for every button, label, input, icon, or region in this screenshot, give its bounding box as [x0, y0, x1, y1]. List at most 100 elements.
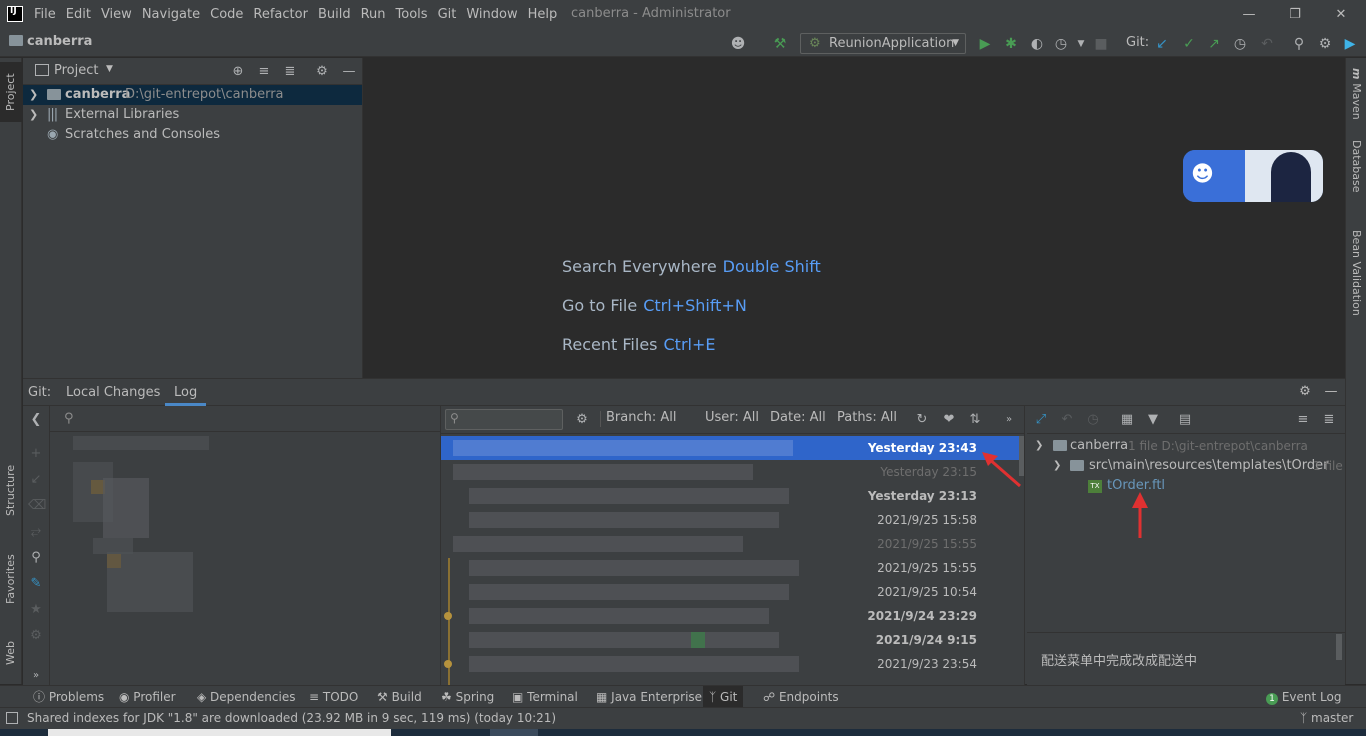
log-row[interactable]: Yesterday 23:13	[441, 484, 1024, 508]
filter-icon[interactable]: ▼	[1145, 412, 1161, 428]
coverage-icon[interactable]: ◐	[1029, 36, 1045, 52]
tree-item-canberra[interactable]: ❯ canberra D:\git-entrepot\canberra	[23, 85, 362, 105]
plugin-icon[interactable]: ▶	[1342, 36, 1358, 52]
locate-icon[interactable]: ⊕	[230, 64, 246, 80]
settings-gear-icon[interactable]: ⚙	[1317, 36, 1333, 52]
gear-icon[interactable]: ⚙	[314, 64, 330, 80]
update-project-icon[interactable]: ↙	[1154, 36, 1170, 52]
tool-build[interactable]: ⚒ Build	[377, 686, 422, 708]
gear-icon[interactable]: ⚙	[1297, 384, 1313, 400]
search-icon[interactable]: ⚲	[28, 550, 44, 566]
gear-icon[interactable]: ⚙	[574, 412, 590, 428]
collapse-all-icon[interactable]: ≣	[1321, 412, 1337, 428]
hammer-build-icon[interactable]: ⚒	[772, 36, 788, 52]
tool-todo[interactable]: ≡ TODO	[309, 686, 358, 708]
log-row[interactable]: Yesterday 23:15	[441, 460, 1024, 484]
changes-tree-root[interactable]: ❯ canberra 1 file D:\git-entrepot\canber…	[1027, 436, 1345, 456]
group-by-icon[interactable]: ▦	[1119, 412, 1135, 428]
tab-log[interactable]: Log	[165, 379, 207, 406]
refresh-icon[interactable]: ↻	[914, 412, 930, 428]
more-icon[interactable]: »	[1001, 412, 1017, 428]
tab-web[interactable]: Web	[0, 628, 22, 678]
menu-tools[interactable]: Tools	[396, 0, 428, 30]
layout-icon[interactable]: ▤	[1177, 412, 1193, 428]
tool-problems[interactable]: ⓘ Problems	[33, 686, 104, 708]
menu-refactor[interactable]: Refactor	[253, 0, 308, 30]
breadcrumb[interactable]: canberra	[9, 34, 92, 49]
filter-paths[interactable]: Paths: All	[837, 410, 897, 425]
menu-help[interactable]: Help	[528, 0, 558, 30]
menu-git[interactable]: Git	[438, 0, 457, 30]
hide-icon[interactable]: —	[341, 64, 357, 80]
tree-item-external-libraries[interactable]: ❯ ||| External Libraries	[23, 105, 362, 125]
log-row[interactable]: 2021/9/24 9:15	[441, 628, 1024, 652]
menu-file[interactable]: File	[34, 0, 56, 30]
project-panel-title[interactable]: Project	[54, 63, 98, 78]
menu-edit[interactable]: Edit	[66, 0, 91, 30]
chevron-right-icon[interactable]: ❯	[29, 105, 38, 125]
log-row[interactable]: 2021/9/25 15:55	[441, 556, 1024, 580]
tool-dependencies[interactable]: ◈ Dependencies	[197, 686, 295, 708]
expand-all-icon[interactable]: ≡	[256, 64, 272, 80]
tab-bean-validation[interactable]: Bean Validation	[1346, 230, 1366, 330]
checkout-icon[interactable]: ✎	[28, 576, 44, 592]
tool-spring[interactable]: ☘ Spring	[441, 686, 494, 708]
menu-run[interactable]: Run	[361, 0, 386, 30]
tool-git[interactable]: ᛉ Git	[703, 686, 744, 708]
taskbar-app[interactable]	[490, 729, 538, 736]
tab-local-changes[interactable]: Local Changes	[66, 379, 160, 406]
tab-maven[interactable]: m Maven	[1346, 68, 1366, 130]
filter-user[interactable]: User: All	[705, 410, 759, 425]
chevron-right-icon[interactable]: ❯	[29, 85, 38, 105]
sort-icon[interactable]: ⇅	[967, 412, 983, 428]
log-search-input[interactable]: ⚲	[445, 409, 563, 430]
tool-terminal[interactable]: ▣ Terminal	[512, 686, 578, 708]
menu-build[interactable]: Build	[318, 0, 351, 30]
tab-project[interactable]: Project	[0, 62, 22, 122]
menu-code[interactable]: Code	[210, 0, 243, 30]
more-icon[interactable]: »	[28, 668, 44, 684]
push-icon[interactable]: ↗	[1206, 36, 1222, 52]
toggle-tool-windows-icon[interactable]	[6, 712, 18, 724]
user-icon[interactable]: ☻	[730, 36, 746, 52]
history-icon[interactable]: ◷	[1232, 36, 1248, 52]
run-configuration-select[interactable]: ⚙ ReunionApplication ▼	[800, 33, 966, 54]
breadcrumb-project[interactable]: canberra	[27, 34, 92, 49]
back-arrow-icon[interactable]: ❮	[28, 412, 44, 428]
expand-all-icon[interactable]: ≡	[1295, 412, 1311, 428]
debug-icon[interactable]: ✱	[1003, 36, 1019, 52]
hide-icon[interactable]: —	[1323, 384, 1339, 400]
changes-tree-file[interactable]: TX tOrder.ftl	[1027, 476, 1345, 496]
minimize-icon[interactable]: —	[1226, 0, 1272, 30]
menu-window[interactable]: Window	[466, 0, 517, 30]
taskbar-search-box[interactable]	[48, 729, 391, 736]
scrollbar[interactable]	[1336, 634, 1342, 660]
close-icon[interactable]: ✕	[1318, 0, 1364, 30]
commit-icon[interactable]: ✓	[1181, 36, 1197, 52]
log-row[interactable]: 2021/9/25 15:58	[441, 508, 1024, 532]
cherry-pick-icon[interactable]: ❤	[941, 412, 957, 428]
tree-item-scratches[interactable]: ◉ Scratches and Consoles	[23, 125, 362, 145]
tab-structure[interactable]: Structure	[0, 454, 22, 526]
tool-event-log[interactable]: 1 Event Log	[1266, 686, 1341, 708]
tool-java-enterprise[interactable]: ▦ Java Enterprise	[596, 686, 702, 708]
git-branch-widget[interactable]: ᛉ master	[1300, 708, 1353, 728]
chevron-down-icon[interactable]: ❯	[1035, 436, 1043, 456]
profile-icon[interactable]: ◷	[1053, 36, 1069, 52]
run-icon[interactable]: ▶	[977, 36, 993, 52]
log-row[interactable]: Yesterday 23:43	[441, 436, 1024, 460]
log-row[interactable]: 2021/9/24 23:29	[441, 604, 1024, 628]
chevron-down-icon[interactable]: ▼	[106, 64, 113, 74]
chevron-down-icon[interactable]: ▼	[1073, 36, 1089, 52]
show-diff-icon[interactable]: ⤢	[1033, 412, 1049, 428]
log-row[interactable]: 2021/9/25 15:55	[441, 532, 1024, 556]
tool-endpoints[interactable]: ☍ Endpoints	[763, 686, 839, 708]
filter-date[interactable]: Date: All	[770, 410, 826, 425]
menu-navigate[interactable]: Navigate	[142, 0, 200, 30]
filter-branch[interactable]: Branch: All	[606, 410, 676, 425]
tab-database[interactable]: Database	[1346, 140, 1366, 210]
log-row[interactable]: 2021/9/23 23:54	[441, 652, 1024, 676]
changes-tree-folder[interactable]: ❯ src\main\resources\templates\tOrder 1 …	[1027, 456, 1345, 476]
collapse-all-icon[interactable]: ≣	[282, 64, 298, 80]
tab-favorites[interactable]: Favorites	[0, 540, 22, 618]
